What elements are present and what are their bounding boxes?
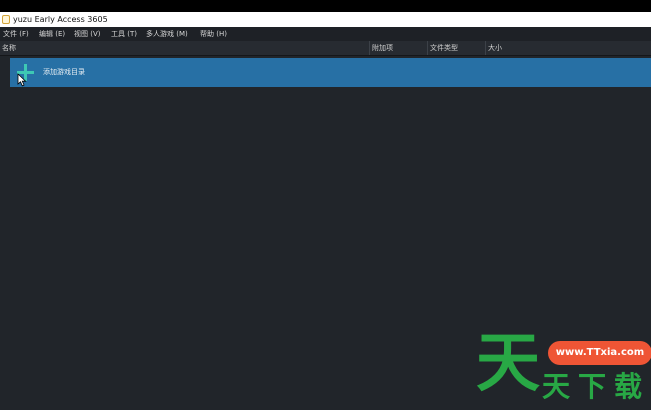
add-game-directory-label: 添加游戏目录 — [43, 68, 85, 76]
menu-file[interactable]: 文件 (F) — [3, 27, 29, 41]
watermark-char: 载 — [614, 370, 643, 403]
menu-edit[interactable]: 编辑 (E) — [39, 27, 65, 41]
menu-help[interactable]: 帮助 (H) — [200, 27, 227, 41]
game-list-header: 名称 附加项 文件类型 大小 — [0, 41, 651, 56]
column-file-type[interactable]: 文件类型 — [428, 41, 458, 55]
column-size[interactable]: 大小 — [486, 41, 502, 55]
watermark-url-badge: www.TTxia.com — [548, 341, 651, 365]
watermark-char: 天 — [542, 370, 571, 403]
menu-tools[interactable]: 工具 (T) — [111, 27, 137, 41]
site-watermark: 天 天 下 载 www.TTxia.com — [476, 324, 651, 410]
menu-bar: 文件 (F) 编辑 (E) 视图 (V) 工具 (T) 多人游戏 (M) 帮助 … — [0, 27, 651, 41]
column-name[interactable]: 名称 — [0, 41, 16, 55]
watermark-char-big: 天 — [476, 327, 540, 401]
watermark-char: 下 — [578, 370, 607, 403]
title-bar: yuzu Early Access 3605 — [0, 12, 651, 27]
menu-view[interactable]: 视图 (V) — [74, 27, 100, 41]
add-game-directory-button[interactable]: 添加游戏目录 — [10, 58, 651, 87]
mouse-cursor-icon — [17, 73, 27, 87]
window-title: yuzu Early Access 3605 — [13, 15, 108, 24]
column-addons[interactable]: 附加项 — [370, 41, 393, 55]
folder-icon — [2, 15, 10, 24]
menu-multiplayer[interactable]: 多人游戏 (M) — [146, 27, 188, 41]
